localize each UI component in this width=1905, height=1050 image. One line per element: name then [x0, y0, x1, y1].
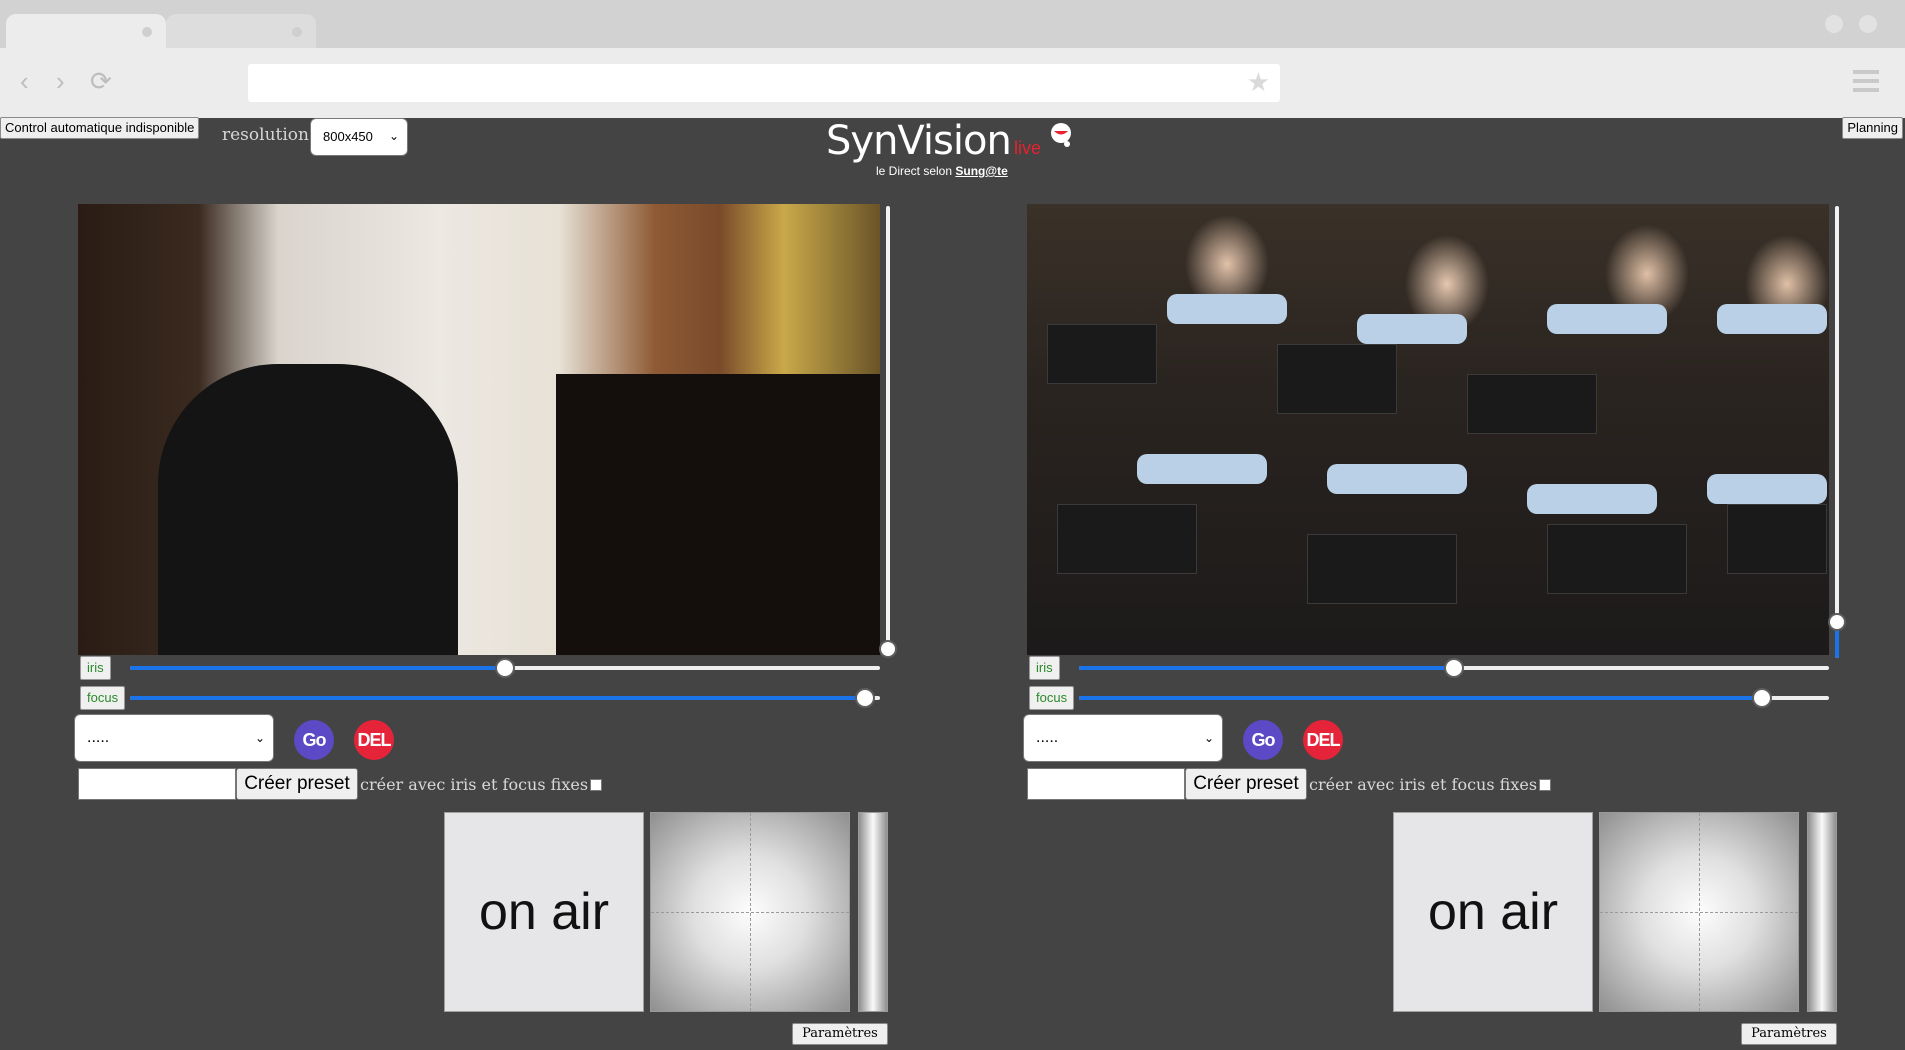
- iris-slider[interactable]: [1079, 658, 1829, 678]
- choir-folder: [1727, 504, 1827, 574]
- back-icon[interactable]: ‹: [20, 68, 29, 94]
- iris-slider[interactable]: [130, 658, 880, 678]
- choir-scarf: [1167, 294, 1287, 324]
- zoom-strip[interactable]: [1807, 812, 1837, 1012]
- pad-vertical-guide: [1699, 813, 1700, 1011]
- chevron-down-icon: ⌄: [254, 731, 265, 745]
- focus-label: focus: [1029, 686, 1075, 710]
- choir-scarf: [1137, 454, 1267, 484]
- parameters-button[interactable]: Paramètres: [1741, 1023, 1837, 1045]
- chevron-down-icon: ⌄: [1203, 731, 1214, 745]
- logo-live-text: live: [1014, 138, 1042, 158]
- focus-row: focus: [78, 686, 880, 710]
- focus-slider[interactable]: [130, 688, 880, 708]
- choir-folder: [1307, 534, 1457, 604]
- go-preset-button[interactable]: Go: [294, 720, 334, 760]
- zoom-slider[interactable]: [879, 206, 897, 658]
- preset-select-value: .....: [1036, 729, 1059, 746]
- choir-folder: [1467, 374, 1597, 434]
- choir-scarf: [1717, 304, 1827, 334]
- focus-slider-thumb[interactable]: [855, 688, 875, 708]
- choir-scarf: [1707, 474, 1827, 504]
- choir-folder: [1047, 324, 1157, 384]
- iris-row: iris: [78, 656, 880, 680]
- logo-wordmark: SynVision: [826, 118, 1012, 164]
- browser-tab-active[interactable]: [6, 14, 166, 48]
- go-preset-button[interactable]: Go: [1243, 720, 1283, 760]
- synvision-logo: SynVision live le Direct selon Sung@te: [826, 118, 1086, 182]
- pan-tilt-pad[interactable]: [1599, 812, 1799, 1012]
- focus-slider[interactable]: [1079, 688, 1829, 708]
- preset-name-input[interactable]: [78, 768, 236, 800]
- focus-slider-thumb[interactable]: [1751, 688, 1772, 708]
- reload-icon[interactable]: ⟳: [90, 68, 112, 94]
- logo-badge-icon: [1051, 123, 1071, 147]
- focus-slider-fill: [1079, 696, 1762, 700]
- bookmark-star-icon[interactable]: ★: [1247, 69, 1270, 95]
- iris-label: iris: [80, 656, 111, 680]
- choir-scarf: [1527, 484, 1657, 514]
- planning-button[interactable]: Planning: [1842, 117, 1903, 139]
- create-preset-button[interactable]: Créer preset: [236, 768, 358, 800]
- delete-preset-button[interactable]: DEL: [354, 720, 394, 760]
- tab-close-icon[interactable]: [292, 27, 302, 37]
- preset-select-value: .....: [87, 729, 110, 746]
- focus-row: focus: [1027, 686, 1829, 710]
- browser-toolbar: ‹ › ⟳ ★: [0, 48, 1905, 118]
- zoom-slider[interactable]: [1828, 206, 1846, 658]
- zoom-slider-thumb[interactable]: [1828, 612, 1846, 631]
- parameters-button[interactable]: Paramètres: [792, 1023, 888, 1045]
- preset-select[interactable]: ..... ⌄: [74, 714, 274, 762]
- browser-tab-inactive[interactable]: [166, 14, 316, 48]
- choir-scarf: [1327, 464, 1467, 494]
- iris-slider-fill: [1079, 666, 1454, 670]
- forward-icon[interactable]: ›: [56, 68, 65, 94]
- fixed-iris-focus-checkbox[interactable]: [1539, 779, 1552, 791]
- camera-panel-1: iris focus ..... ⌄ Go DEL Créer preset c…: [74, 200, 898, 1050]
- piano-shape: [556, 374, 880, 655]
- iris-slider-thumb[interactable]: [495, 658, 515, 678]
- camera-video-feed[interactable]: [78, 204, 880, 655]
- zoom-strip[interactable]: [858, 812, 888, 1012]
- tab-close-icon[interactable]: [142, 27, 152, 37]
- choir-scarf: [1357, 314, 1467, 344]
- camera-panel-2: iris focus ..... ⌄ Go DEL Créer preset c…: [1023, 200, 1847, 1050]
- on-air-button[interactable]: on air: [1393, 812, 1593, 1012]
- preset-select[interactable]: ..... ⌄: [1023, 714, 1223, 762]
- delete-preset-button[interactable]: DEL: [1303, 720, 1343, 760]
- preset-name-input[interactable]: [1027, 768, 1185, 800]
- window-minimize-icon[interactable]: [1825, 15, 1843, 33]
- fixed-iris-focus-checkbox[interactable]: [590, 779, 603, 791]
- pad-vertical-guide: [750, 813, 751, 1011]
- focus-label: focus: [80, 686, 126, 710]
- auto-control-status-button[interactable]: Control automatique indisponible: [0, 117, 200, 139]
- browser-tab-strip: [0, 0, 1905, 48]
- iris-slider-thumb[interactable]: [1444, 658, 1464, 678]
- chevron-down-icon: ⌄: [388, 129, 399, 143]
- logo-tagline: le Direct selon Sung@te: [876, 164, 1008, 178]
- pianist-shape: [158, 364, 458, 655]
- choir-folder: [1057, 504, 1197, 574]
- resolution-label: resolution: [222, 125, 309, 145]
- choir-folder: [1547, 524, 1687, 594]
- iris-slider-fill: [130, 666, 505, 670]
- choir-folder: [1277, 344, 1397, 414]
- resolution-value: 800x450: [323, 129, 373, 144]
- fixed-iris-focus-label: créer avec iris et focus fixes: [360, 775, 603, 794]
- iris-row: iris: [1027, 656, 1829, 680]
- choir-scarf: [1547, 304, 1667, 334]
- camera-video-feed[interactable]: [1027, 204, 1829, 655]
- pan-tilt-pad[interactable]: [650, 812, 850, 1012]
- window-maximize-icon[interactable]: [1859, 15, 1877, 33]
- focus-slider-fill: [130, 696, 865, 700]
- fixed-iris-focus-label: créer avec iris et focus fixes: [1309, 775, 1552, 794]
- browser-menu-icon[interactable]: [1853, 70, 1879, 92]
- resolution-select[interactable]: 800x450 ⌄: [310, 118, 408, 156]
- create-preset-button[interactable]: Créer preset: [1185, 768, 1307, 800]
- zoom-slider-thumb[interactable]: [879, 639, 897, 658]
- on-air-button[interactable]: on air: [444, 812, 644, 1012]
- iris-label: iris: [1029, 656, 1060, 680]
- address-bar[interactable]: ★: [248, 64, 1280, 102]
